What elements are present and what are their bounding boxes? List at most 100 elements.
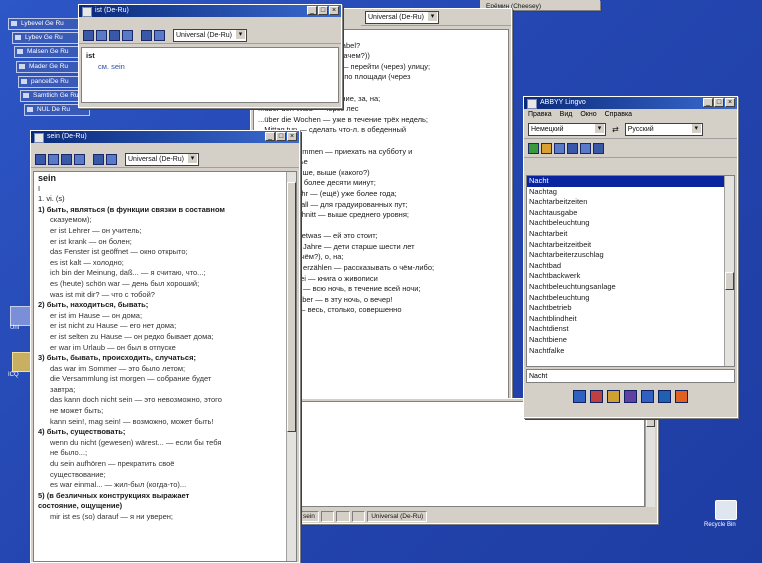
sein-window-titlebar[interactable]: sein (De-Ru) _ □ × (31, 131, 299, 143)
entry-line: es (heute) schön war — день был хороший; (50, 278, 200, 288)
menu-view[interactable]: Вид (560, 109, 573, 120)
swap-languages-icon[interactable]: ⇄ (608, 125, 623, 134)
word-list-item[interactable]: Nachtarbeitzeitbeit (527, 240, 734, 251)
minimize-button[interactable]: _ (265, 132, 275, 141)
lookup-window[interactable]: ABBYY Lingvo _ □ × Правка Вид Окно Справка… (523, 96, 738, 418)
down-icon[interactable] (106, 153, 117, 165)
sort-icon[interactable] (593, 142, 604, 154)
word-list-item[interactable]: Nachtbiene (527, 335, 734, 346)
entry-line: ich bin der Meinung, daß... — я считаю, … (50, 268, 206, 278)
sein-content: sein I 1. vi. (s) 1) быть, являться (в функ… (33, 171, 297, 562)
middle-entry-line: ...über die Wochen — уже в течение трёх … (258, 114, 429, 124)
middle-toolbar: Universal (De-Ru) (361, 9, 511, 26)
menu-edit[interactable]: Правка (528, 109, 552, 120)
lookup-titlebar[interactable]: ABBYY Lingvo _ □ × (524, 97, 737, 109)
entry-line: das kann doch nicht sein — это невозможн… (50, 395, 222, 405)
word-list-item[interactable]: Nachtarbeitzeiten (527, 197, 734, 208)
word-list-item[interactable]: Nachtbeleuchtung (527, 218, 734, 229)
lookup-title: ABBYY Lingvo (540, 99, 586, 106)
word-list-item[interactable]: Nachtbeleuchtungsanlage (527, 282, 734, 293)
dictionary-book-icon[interactable] (573, 390, 586, 403)
source-language-select[interactable]: Немецкий (528, 122, 606, 136)
sein-window-title: sein (De-Ru) (47, 133, 87, 140)
status-word: sein (299, 511, 319, 522)
minimize-button[interactable]: _ (307, 6, 317, 15)
entry-line: er ist krank — он болен; (50, 236, 132, 246)
ist-window-titlebar[interactable]: ist (De-Ru) _ □ × (79, 5, 341, 17)
down-icon[interactable] (154, 29, 165, 41)
word-list[interactable]: Nacht Nachtag Nachtarbeitzeiten Nachtausgab… (526, 175, 735, 367)
word-list-item[interactable]: Nachtarbeit (527, 229, 734, 240)
sein-window[interactable]: sein (De-Ru) _□× Universal (De-Ru) seinI… (30, 130, 300, 563)
back-icon[interactable] (35, 153, 46, 165)
close-button[interactable]: × (287, 132, 297, 141)
word-list-scrollbar[interactable] (724, 176, 734, 366)
pen-icon[interactable] (607, 390, 620, 403)
entry-line: es ist kalt — холодно; (50, 257, 124, 267)
maximize-button[interactable]: □ (714, 98, 724, 107)
word-list-item[interactable]: Nachtbad (527, 261, 734, 272)
entry-line: er ist selten zu Hause — он редко бывает… (50, 331, 214, 341)
left-icon-1-label: Uni (10, 325, 20, 331)
maximize-button[interactable]: □ (318, 6, 328, 15)
entry-line: 4) быть, существовать; (38, 427, 126, 437)
menu-window[interactable]: Окно (580, 109, 596, 120)
word-list-item[interactable]: Nachtarbeiterzuschlag (527, 250, 734, 261)
screen-icon[interactable] (658, 390, 671, 403)
entry-line: 1. vi. (s) (38, 194, 65, 204)
word-list-item[interactable]: Nachtag (527, 187, 734, 198)
font-icon[interactable] (554, 142, 565, 154)
recycle-bin-icon[interactable] (715, 500, 737, 520)
word-list-item[interactable]: Nachtblindheit (527, 314, 734, 325)
copy-icon[interactable] (61, 153, 72, 165)
print-icon[interactable] (48, 153, 59, 165)
word-list-item[interactable]: Nachtausgabe (527, 208, 734, 219)
entry-line: was ist mit dir? — что с тобой? (50, 289, 155, 299)
card-icon[interactable] (122, 29, 133, 41)
copy-icon[interactable] (109, 29, 120, 41)
close-button[interactable]: × (725, 98, 735, 107)
green-book-icon[interactable] (528, 142, 539, 154)
word-list-item[interactable]: Nachtbetrieb (527, 303, 734, 314)
word-list-item[interactable]: Nacht (527, 176, 734, 187)
fire-icon[interactable] (675, 390, 688, 403)
maximize-button[interactable]: □ (276, 132, 286, 141)
filter-icon[interactable] (580, 142, 591, 154)
print-icon[interactable] (96, 29, 107, 41)
target-language-select[interactable]: Русский (624, 122, 703, 136)
ist-headword: ist (86, 51, 95, 60)
up-icon[interactable] (93, 153, 104, 165)
dictionary-icon (82, 7, 92, 17)
card-icon[interactable] (641, 390, 654, 403)
left-icon-1[interactable] (10, 306, 32, 326)
ist-window[interactable]: ist (De-Ru) _□× Universal (De-Ru) ist см… (78, 4, 342, 108)
ist-content: ist см. sein (81, 47, 339, 103)
menu-help[interactable]: Справка (605, 109, 632, 120)
hat-icon[interactable] (590, 390, 603, 403)
card-icon[interactable] (74, 153, 85, 165)
ab-icon[interactable] (567, 142, 578, 154)
middle-dictionary-select[interactable]: Universal (De-Ru) (365, 10, 440, 24)
word-list-item[interactable]: Nachtbeleuchtung (527, 293, 734, 304)
sein-dictionary-select[interactable]: Universal (De-Ru) (125, 152, 200, 166)
entry-line: er war im Urlaub — он был в отпуске (50, 342, 176, 352)
entry-line: er ist Lehrer — он учитель; (50, 225, 142, 235)
word-list-item[interactable]: Nachtdienst (527, 324, 734, 335)
back-icon[interactable] (83, 29, 94, 41)
lang-bar: Немецкий ⇄ Русский (524, 120, 737, 139)
word-list-item[interactable]: Nachtfalke (527, 346, 734, 357)
minimize-button[interactable]: _ (703, 98, 713, 107)
entry-line: die Versammlung ist morgen — собрание бу… (50, 374, 212, 384)
lookup-bottom-bar (524, 387, 737, 406)
search-input[interactable] (527, 371, 738, 382)
close-button[interactable]: × (329, 6, 339, 15)
sein-scrollbar[interactable] (286, 172, 296, 561)
lookup-toolbar (524, 139, 737, 158)
word-list-item[interactable]: Nachtbackwerk (527, 271, 734, 282)
globe-icon[interactable] (541, 142, 552, 154)
entry-line: 1) быть, являться (в функции связки в со… (38, 204, 225, 214)
recycle-bin-label: Recycle Bin (704, 522, 736, 528)
ist-dictionary-select[interactable]: Universal (De-Ru) (173, 28, 248, 42)
books-icon[interactable] (624, 390, 637, 403)
up-icon[interactable] (141, 29, 152, 41)
